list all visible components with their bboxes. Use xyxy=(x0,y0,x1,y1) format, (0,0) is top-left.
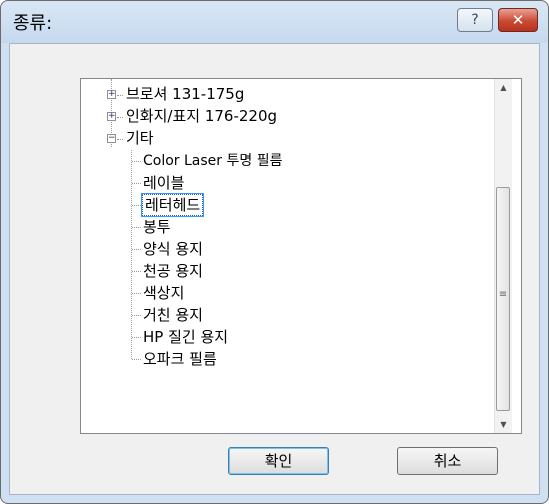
tree-connector-line xyxy=(132,183,141,184)
tree-connector-line xyxy=(131,150,132,359)
tree-item-prepunched[interactable]: 천공 용지 xyxy=(143,260,203,282)
tree-item-preprinted[interactable]: 양식 용지 xyxy=(143,238,203,260)
tree-connector-line xyxy=(132,161,141,162)
dialog-body: + 브로셔 131-175g + 인화지/표지 176-220g − 기타 Co… xyxy=(9,43,540,495)
tree-connector-line xyxy=(132,337,141,338)
tree-connector-line xyxy=(132,315,141,316)
paper-type-tree[interactable]: + 브로셔 131-175g + 인화지/표지 176-220g − 기타 Co… xyxy=(80,78,522,434)
ok-button[interactable]: 확인 xyxy=(228,447,329,475)
tree-item-letterhead-selected[interactable]: 레터헤드 xyxy=(140,193,205,217)
tree-connector-line xyxy=(117,95,123,96)
tree-item-transparency[interactable]: Color Laser 투명 필름 xyxy=(143,150,282,172)
tree-item-opaque-film[interactable]: 오파크 필름 xyxy=(143,348,217,370)
tree-connector-line xyxy=(132,271,141,272)
tree-item-rough[interactable]: 거친 용지 xyxy=(143,304,203,326)
tree-item-envelope[interactable]: 봉투 xyxy=(143,216,171,238)
dialog-window: 종류: ? ✕ + 브로셔 131-175g + 인화지/표지 176-220g… xyxy=(0,0,549,504)
tree-item-photo-cover[interactable]: 인화지/표지 176-220g xyxy=(126,105,277,127)
tree-connector-line xyxy=(117,117,123,118)
tree-item-colored[interactable]: 색상지 xyxy=(143,282,184,304)
cancel-button[interactable]: 취소 xyxy=(397,447,498,475)
tree-connector-line xyxy=(132,227,141,228)
scroll-thumb[interactable]: ≡ xyxy=(496,187,510,411)
tree-connector-line xyxy=(132,359,141,360)
scroll-grip-icon: ≡ xyxy=(498,289,508,300)
help-button[interactable]: ? xyxy=(457,8,493,32)
tree-connector-line xyxy=(132,205,141,206)
tree-item-tough-paper[interactable]: HP 질긴 용지 xyxy=(143,326,228,348)
tree-connector-line xyxy=(132,293,141,294)
tree-item-brochure[interactable]: 브로셔 131-175g xyxy=(126,83,244,105)
scroll-down-arrow-icon[interactable]: ▼ xyxy=(495,416,512,433)
expand-plus-icon[interactable]: + xyxy=(107,90,116,99)
tree-item-label[interactable]: 레이블 xyxy=(143,172,184,194)
tree-connector-line xyxy=(117,139,123,140)
collapse-minus-icon[interactable]: − xyxy=(107,134,116,143)
close-button[interactable]: ✕ xyxy=(498,8,538,32)
tree-connector-line xyxy=(132,249,141,250)
title-bar: 종류: ? ✕ xyxy=(1,1,548,43)
scroll-up-arrow-icon[interactable]: ▲ xyxy=(495,79,512,96)
dialog-title: 종류: xyxy=(13,13,53,34)
expand-plus-icon[interactable]: + xyxy=(107,112,116,121)
vertical-scrollbar[interactable]: ▲ ≡ ▼ xyxy=(494,79,512,433)
tree-item-other[interactable]: 기타 xyxy=(126,127,154,149)
